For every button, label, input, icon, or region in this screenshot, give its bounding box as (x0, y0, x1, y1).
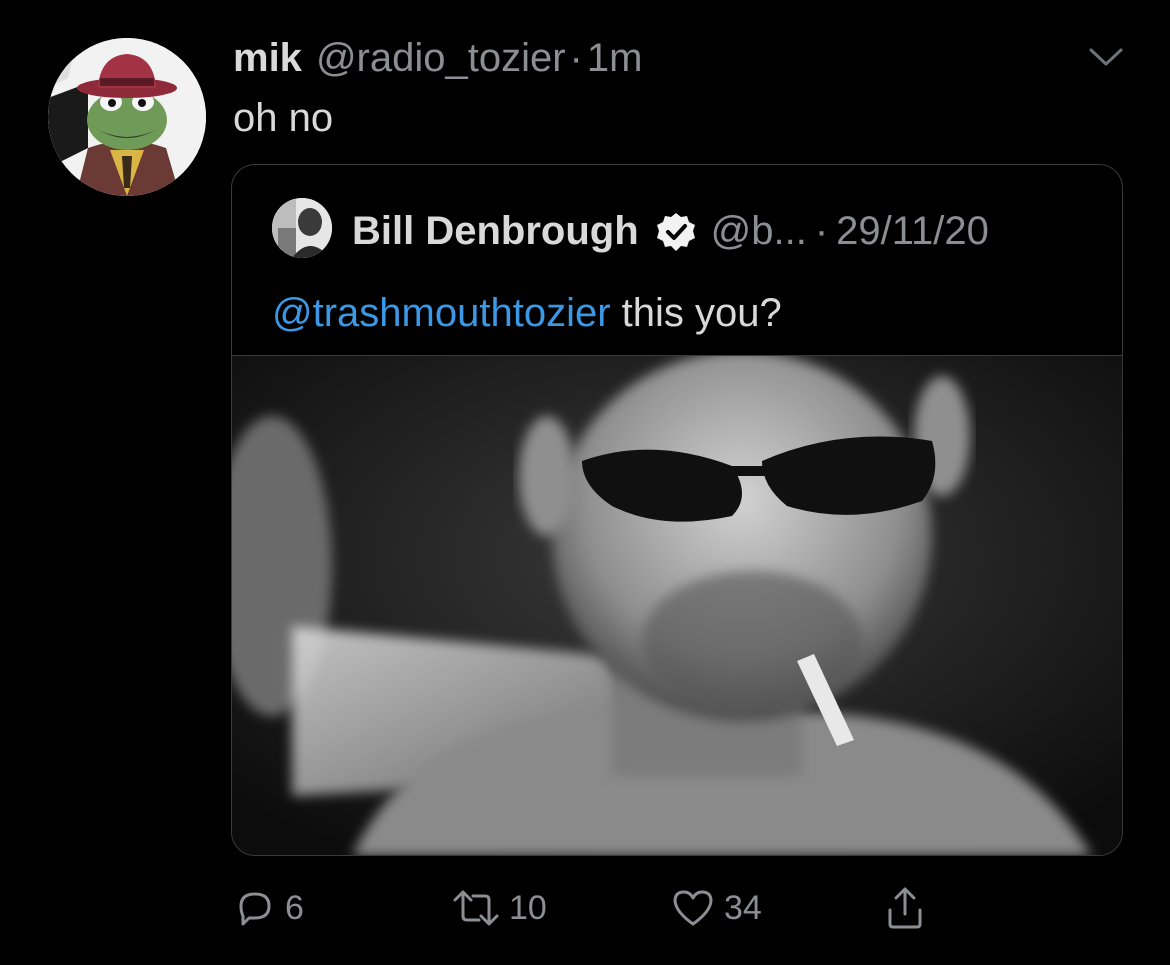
separator-dot: · (814, 209, 829, 253)
tweet-header: mik @radio_tozier · 1m (233, 36, 642, 86)
media-image (232, 351, 1122, 855)
author-avatar[interactable] (48, 38, 206, 196)
quoted-author-name[interactable]: Bill Denbrough (352, 209, 639, 254)
verified-badge-icon (656, 212, 695, 251)
share-button[interactable] (883, 886, 927, 930)
quoted-tweet-text: @trashmouthtozier this you? (272, 291, 782, 336)
separator-dot: · (569, 36, 583, 80)
retweet-button[interactable]: 10 (451, 886, 547, 930)
quoted-text-body: this you? (610, 291, 782, 335)
quoted-author-avatar[interactable] (272, 198, 332, 258)
chevron-down-icon (1089, 48, 1123, 66)
quoted-author-handle[interactable]: @b... (711, 209, 807, 254)
avatar-image (48, 38, 206, 196)
reply-icon (239, 892, 271, 926)
retweet-count: 10 (509, 888, 547, 927)
mention-link[interactable]: @trashmouthtozier (272, 291, 611, 335)
like-button[interactable]: 34 (670, 886, 762, 930)
quoted-tweet[interactable]: Bill Denbrough @b... · 29/11/20 @trashmo… (231, 164, 1123, 856)
tweet-actions: 6 10 34 (233, 886, 953, 936)
like-count: 34 (724, 888, 762, 927)
retweet-icon (453, 890, 499, 926)
author-name[interactable]: mik (233, 36, 302, 81)
reply-button[interactable]: 6 (233, 886, 304, 930)
tweet[interactable]: mik @radio_tozier · 1m oh no Bill Denbro… (0, 0, 1170, 965)
quoted-tweet-header: Bill Denbrough @b... · 29/11/20 (352, 209, 989, 254)
quoted-avatar-image (272, 198, 332, 258)
quoted-tweet-date[interactable]: 29/11/20 (836, 209, 989, 254)
quoted-media[interactable] (232, 351, 1122, 855)
tweet-menu-button[interactable] (1085, 42, 1127, 72)
tweet-text: oh no (233, 96, 334, 140)
heart-icon (673, 890, 713, 926)
tweet-timestamp[interactable]: 1m (587, 36, 643, 81)
author-handle[interactable]: @radio_tozier (316, 36, 566, 81)
share-icon (888, 887, 922, 929)
reply-count: 6 (285, 888, 304, 927)
